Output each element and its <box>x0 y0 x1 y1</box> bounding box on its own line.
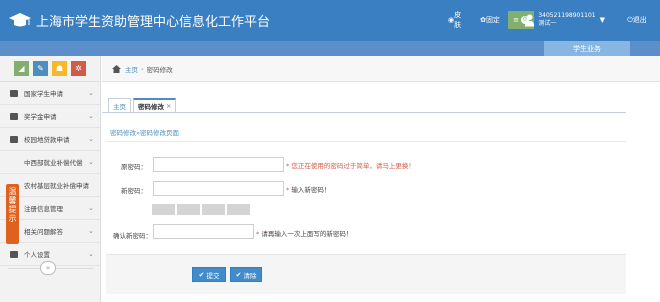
sidebar: ◢ ✎ ☗ ✲ 国家学生申请 ⌄ 奖学金申请 ⌄ 校园地贷款申请 ⌄ 中西部就业… <box>0 56 101 302</box>
cogs-icon: ✲ <box>75 64 82 73</box>
edit-shortcut-button[interactable]: ✎ <box>33 61 48 76</box>
old-password-label: 原密码： <box>121 163 147 171</box>
divider <box>106 141 626 142</box>
briefcase-icon <box>10 89 18 97</box>
sidebar-item-label: 校园地贷款申请 <box>24 136 70 144</box>
breadcrumb-current: 密码修改 <box>146 65 173 74</box>
list-icon: ≡ <box>513 16 519 24</box>
app-brand[interactable]: 上海市学生资助管理中心信息化工作平台 <box>8 10 270 30</box>
top-navbar: 上海市学生资助管理中心信息化工作平台 ◉ 皮肤 ✿ 固定 ≡ 0 3405211… <box>0 0 660 41</box>
chevron-down-icon: ⌄ <box>88 158 94 166</box>
close-icon[interactable]: × <box>166 102 171 110</box>
logout-button[interactable]: ⏻ 退出 <box>620 11 654 29</box>
sidebar-shortcuts: ◢ ✎ ☗ ✲ <box>0 56 100 82</box>
new-password-label: 新密码： <box>121 187 147 195</box>
app-title: 上海市学生资助管理中心信息化工作平台 <box>36 14 271 30</box>
confirm-password-label: 确认新密码： <box>113 232 152 240</box>
users-shortcut-button[interactable]: ☗ <box>52 61 67 76</box>
graduation-cap-icon <box>9 13 31 27</box>
briefcase-icon <box>10 135 18 143</box>
breadcrumb-home-link[interactable]: 主页 <box>125 64 138 74</box>
form-actions: ✔ 提交 ✔ 清除 <box>106 254 626 294</box>
sidebar-item-midwest-employment[interactable]: 中西部就业补偿代偿 ⌄ <box>0 151 100 174</box>
user-icon <box>525 14 535 27</box>
submit-button[interactable]: ✔ 提交 <box>192 267 226 282</box>
sidebar-item-label: 中西部就业补偿代偿 <box>24 159 83 167</box>
check-icon: ✔ <box>198 270 205 279</box>
chart-icon: ◢ <box>18 64 25 73</box>
sidebar-item-campus-loan-application[interactable]: 校园地贷款申请 ⌄ <box>0 128 100 151</box>
sidebar-item-label: 相关问题解答 <box>24 228 63 236</box>
tab-student-business[interactable]: 学生业务 <box>544 41 630 56</box>
sidebar-item-label: 国家学生申请 <box>24 90 63 98</box>
new-password-field[interactable] <box>153 181 284 196</box>
page-subtitle: 密码修改»密码修改页面 <box>110 127 179 137</box>
new-password-hint: * 输入新密码！ <box>286 186 331 194</box>
strength-segment <box>152 204 175 215</box>
briefcase-icon <box>10 250 18 258</box>
sidebar-collapse-button[interactable]: « <box>40 261 56 275</box>
strength-segment <box>227 204 250 215</box>
subtitle-link[interactable]: 密码修改 <box>110 129 136 137</box>
user-menu[interactable]: 340521198901101 测试一 ▼ <box>525 6 605 34</box>
old-password-hint: * 您正在使用的密码过于简单，请马上更换！ <box>286 162 415 170</box>
chevron-down-icon: ⌄ <box>88 135 94 143</box>
reset-button[interactable]: ✔ 清除 <box>230 267 262 282</box>
chart-shortcut-button[interactable]: ◢ <box>14 61 29 76</box>
sidebar-item-label: 农村基层就业补偿申请 <box>24 182 89 190</box>
sidebar-item-label: 个人设置 <box>24 251 50 259</box>
user-id: 340521198901101 <box>538 12 596 19</box>
sidebar-item-national-student-application[interactable]: 国家学生申请 ⌄ <box>0 82 100 105</box>
breadcrumb-separator: › <box>141 64 144 73</box>
caret-down-icon: ▼ <box>599 16 605 24</box>
strength-segment <box>177 204 200 215</box>
user-info: 340521198901101 测试一 <box>538 12 595 28</box>
strength-segment <box>202 204 225 215</box>
users-icon: ☗ <box>55 64 64 73</box>
pin-button[interactable]: ✿ 固定 <box>475 11 505 29</box>
sidebar-item-label: 奖学金申请 <box>24 113 57 121</box>
sidebar-item-scholarship-application[interactable]: 奖学金申请 ⌄ <box>0 105 100 128</box>
chevron-down-icon: ⌄ <box>88 227 94 235</box>
tab-password-change[interactable]: 密码修改 × <box>133 98 177 112</box>
tabs-divider <box>102 112 626 113</box>
chevron-down-icon: ⌄ <box>88 250 94 258</box>
briefcase-icon <box>10 112 18 120</box>
home-icon <box>112 64 121 73</box>
settings-shortcut-button[interactable]: ✲ <box>71 61 86 76</box>
confirm-password-hint: * 请再输入一次上面写的新密码！ <box>256 230 353 238</box>
password-strength-meter <box>152 204 250 215</box>
user-name: 测试一 <box>538 20 557 27</box>
check-icon: ✔ <box>235 270 242 279</box>
sidebar-item-label: 注册信息管理 <box>24 205 63 213</box>
page-tabs: 主页 密码修改 × <box>108 98 178 112</box>
chevron-down-icon: ⌄ <box>88 204 94 212</box>
double-left-icon: « <box>45 264 51 272</box>
skin-button[interactable]: ◉ 皮肤 <box>444 11 472 29</box>
chevron-down-icon: ⌄ <box>88 89 94 97</box>
confirm-password-field[interactable] <box>153 224 254 239</box>
notice-tab[interactable]: 温馨提示 <box>6 184 19 244</box>
chevron-down-icon: ⌄ <box>88 112 94 120</box>
old-password-field[interactable] <box>153 157 284 172</box>
tab-home[interactable]: 主页 <box>108 98 131 112</box>
breadcrumb: 主页 › 密码修改 <box>102 56 660 82</box>
pencil-icon: ✎ <box>37 64 44 73</box>
subtitle-rest: »密码修改页面 <box>136 129 179 137</box>
